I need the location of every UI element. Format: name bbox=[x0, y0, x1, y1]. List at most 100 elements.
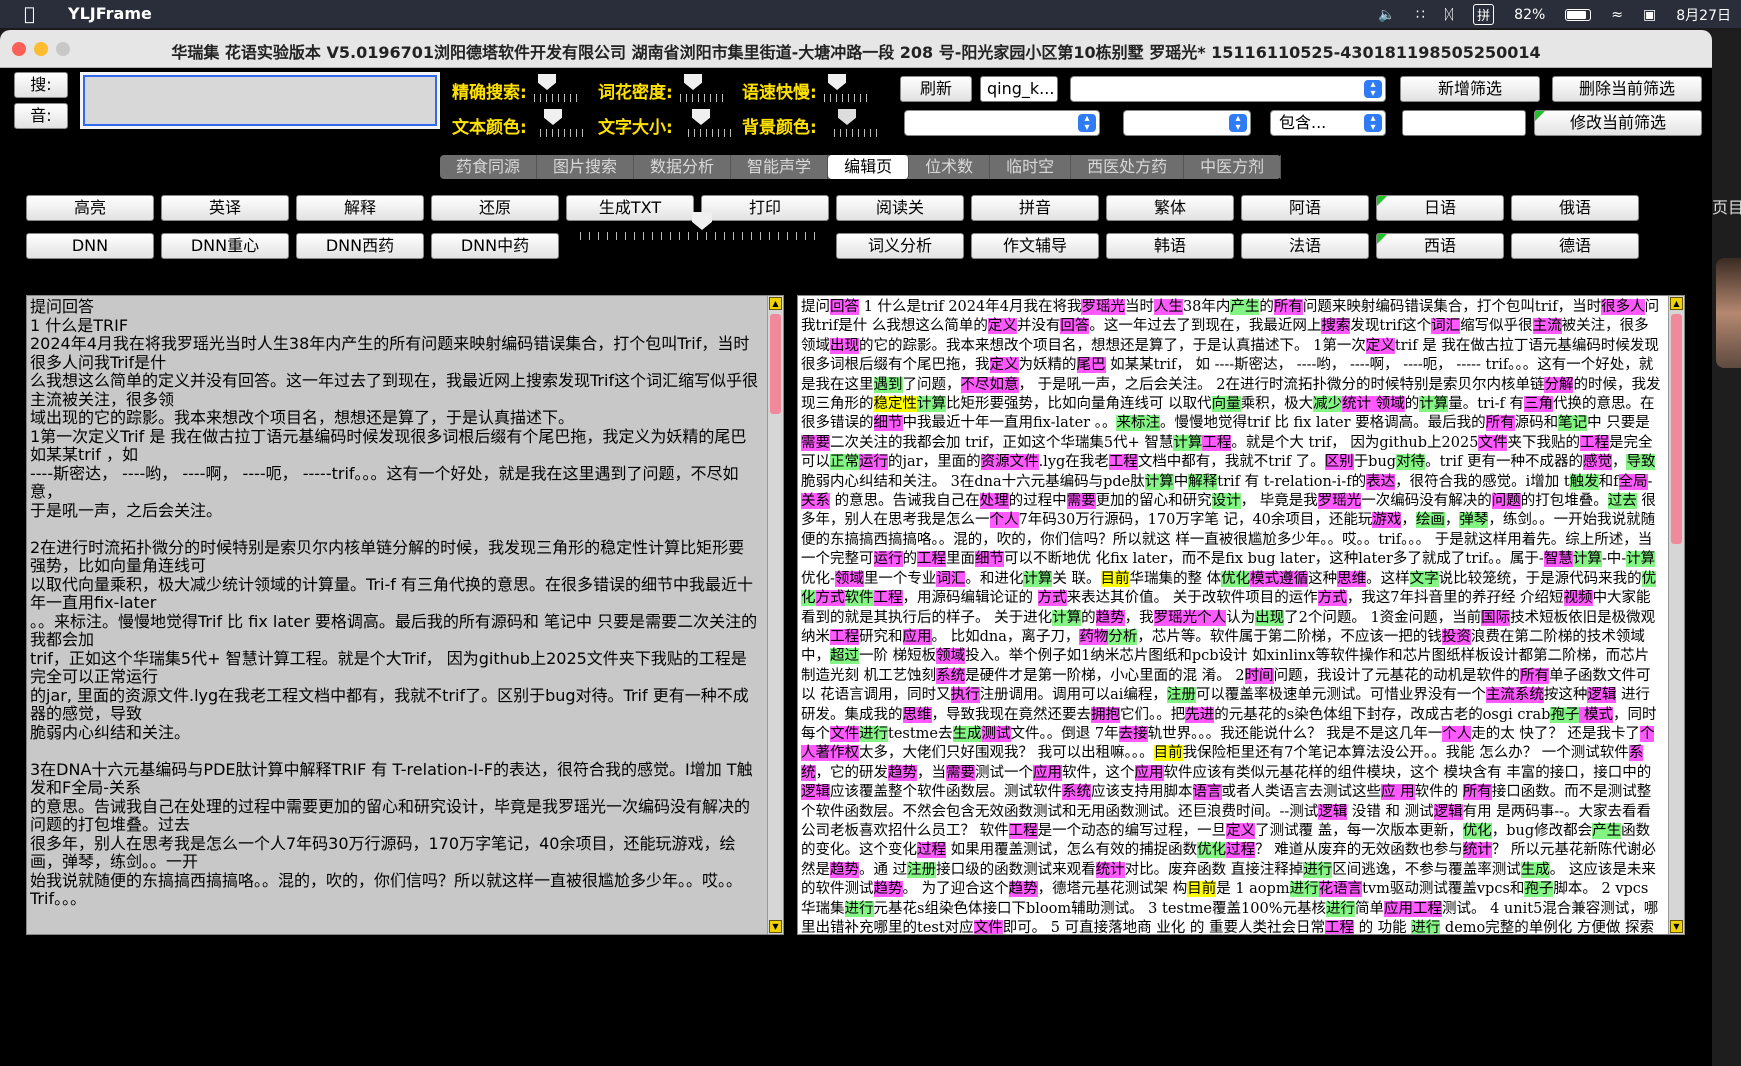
highlighted-word: 拥抱 bbox=[1091, 706, 1120, 723]
search-label-button[interactable]: 搜: bbox=[14, 72, 68, 98]
add-filter-button[interactable]: 新增筛选 bbox=[1400, 76, 1540, 102]
left-scroll-thumb[interactable] bbox=[770, 314, 781, 414]
highlighted-word: 遇到 bbox=[873, 376, 903, 393]
left-scrollbar[interactable]: ▲ ▼ bbox=[767, 296, 783, 934]
text-segment: 即可。 5 可直接落地商 业化 的 重要人类社会日常 bbox=[1002, 920, 1325, 934]
filter-field-select[interactable]: ▴ ▾ bbox=[904, 110, 1100, 136]
search-input[interactable] bbox=[80, 72, 440, 129]
scroll-up-icon[interactable]: ▲ bbox=[1670, 297, 1683, 310]
tab-smart-acoustics[interactable]: 智能声学 bbox=[731, 155, 829, 179]
delete-filter-button[interactable]: 删除当前筛选 bbox=[1552, 76, 1702, 102]
highlighted-word: 搜索 bbox=[1321, 318, 1351, 335]
tab-western-prescription[interactable]: 西医处方药 bbox=[1071, 155, 1185, 179]
pinyin-button[interactable]: 拼音 bbox=[971, 195, 1099, 221]
right-scrollbar[interactable]: ▲ ▼ bbox=[1668, 296, 1684, 934]
source-text[interactable]: 提问回答 1 什么是TRIF 2024年4月我在将我罗瑶光当时人生38年内产生的… bbox=[30, 297, 760, 909]
read-toggle-button[interactable]: 阅读关 bbox=[836, 195, 964, 221]
french-button[interactable]: 法语 bbox=[1241, 233, 1369, 259]
sound-label-button[interactable]: 音: bbox=[14, 103, 68, 129]
control-center-icon[interactable]: ∷ bbox=[1416, 7, 1425, 23]
main-filter-select[interactable]: ▴ ▾ bbox=[1070, 76, 1386, 102]
restore-button[interactable]: 还原 bbox=[431, 195, 559, 221]
right-scroll-thumb[interactable] bbox=[1671, 314, 1682, 544]
explain-button[interactable]: 解释 bbox=[296, 195, 424, 221]
wifi-icon[interactable]: ≈ bbox=[1611, 7, 1623, 23]
tab-edit-page[interactable]: 编辑页 bbox=[828, 155, 910, 179]
contains-select[interactable]: 包含... ▴ ▾ bbox=[1270, 110, 1386, 136]
bg-color-slider[interactable] bbox=[834, 109, 880, 139]
dnn-center-button[interactable]: DNN重心 bbox=[161, 233, 289, 259]
refresh-button[interactable]: 刷新 bbox=[900, 76, 972, 102]
text-segment: 接口级的函数测试来观看 bbox=[936, 861, 1096, 878]
volume-icon[interactable]: 🔈 bbox=[1378, 7, 1395, 23]
input-method-icon[interactable]: 拼 bbox=[1473, 4, 1495, 25]
russian-button[interactable]: 俄语 bbox=[1511, 195, 1639, 221]
english-translate-button[interactable]: 英译 bbox=[161, 195, 289, 221]
arabic-button[interactable]: 阿语 bbox=[1241, 195, 1369, 221]
composition-tutor-button[interactable]: 作文辅导 bbox=[971, 233, 1099, 259]
highlighted-text-panel[interactable]: 提问回答 1 什么是trif 2024年4月我在将我罗瑶光当时人生38年内产生的… bbox=[797, 295, 1685, 935]
german-button[interactable]: 德语 bbox=[1511, 233, 1639, 259]
highlighted-word: 应 用 bbox=[1381, 784, 1415, 801]
highlighted-word: 过程 bbox=[1226, 842, 1256, 859]
text-segment: 并没有 bbox=[1016, 318, 1061, 335]
highlighted-word: 工程 bbox=[1202, 434, 1232, 451]
text-segment: 可以不断地优 化fix later，而不是fix bug later，这种lat… bbox=[1004, 551, 1544, 568]
traditional-button[interactable]: 繁体 bbox=[1106, 195, 1234, 221]
filter-value-field[interactable] bbox=[1402, 110, 1526, 136]
precise-search-slider[interactable] bbox=[534, 74, 580, 104]
bluetooth-icon[interactable]: ᛞ bbox=[1445, 7, 1453, 23]
highlighted-word: 计算 bbox=[1572, 551, 1602, 568]
menu-bar:  YLJFrame 🔈 ∷ ᛞ 拼 82% ≈ ▣ 8月27日 bbox=[0, 0, 1741, 28]
tab-bit-arithmetic[interactable]: 位术数 bbox=[909, 155, 991, 179]
highlighted-word: 人生 bbox=[1153, 299, 1183, 315]
korean-button[interactable]: 韩语 bbox=[1106, 233, 1234, 259]
highlighted-word: 感觉 bbox=[1582, 454, 1612, 471]
highlighted-word: 花语言 bbox=[1318, 881, 1363, 898]
tab-data-analysis[interactable]: 数据分析 bbox=[634, 155, 732, 179]
tab-chinese-formula[interactable]: 中医方剂 bbox=[1184, 155, 1282, 179]
highlighted-word: 时间 bbox=[1244, 667, 1274, 684]
highlight-button[interactable]: 高亮 bbox=[26, 195, 154, 221]
highlighted-word: 导致 bbox=[1626, 454, 1656, 471]
dnn-slider[interactable] bbox=[580, 212, 818, 242]
tab-image-search[interactable]: 图片搜索 bbox=[537, 155, 635, 179]
dnn-chinese-medicine-button[interactable]: DNN中药 bbox=[431, 233, 559, 259]
toggle-icon[interactable]: ▣ bbox=[1643, 7, 1656, 23]
highlighted-text[interactable]: 提问回答 1 什么是trif 2024年4月我在将我罗瑶光当时人生38年内产生的… bbox=[801, 298, 1661, 934]
dnn-button[interactable]: DNN bbox=[26, 233, 154, 259]
tab-food-medicine[interactable]: 药食同源 bbox=[440, 155, 538, 179]
scroll-up-icon[interactable]: ▲ bbox=[769, 297, 782, 310]
date-label[interactable]: 8月27日 bbox=[1676, 5, 1731, 25]
text-color-slider[interactable] bbox=[540, 109, 586, 139]
highlighted-word: 工程 bbox=[830, 628, 859, 645]
text-segment: 。通 过 bbox=[859, 861, 908, 878]
speech-speed-slider[interactable] bbox=[824, 74, 870, 104]
highlighted-word: 定义 bbox=[989, 357, 1019, 374]
highlighted-word: 文字 bbox=[1409, 570, 1439, 587]
text-segment: 说比较笼统，于是源代码来我的 bbox=[1438, 570, 1642, 587]
app-name[interactable]: YLJFrame bbox=[68, 4, 152, 23]
text-segment: 为妖精的 bbox=[1018, 357, 1077, 374]
japanese-button[interactable]: 日语 bbox=[1376, 195, 1504, 221]
user-field[interactable]: qing_k... bbox=[980, 76, 1058, 102]
text-segment: -中- bbox=[1601, 551, 1627, 568]
apple-logo-icon[interactable]:  bbox=[24, 4, 35, 25]
scroll-down-icon[interactable]: ▼ bbox=[1670, 920, 1683, 933]
word-density-slider[interactable] bbox=[680, 74, 726, 104]
dnn-western-medicine-button[interactable]: DNN西药 bbox=[296, 233, 424, 259]
tab-temp-space[interactable]: 临时空 bbox=[990, 155, 1072, 179]
source-text-panel[interactable]: 提问回答 1 什么是TRIF 2024年4月我在将我罗瑶光当时人生38年内产生的… bbox=[26, 295, 784, 935]
text-segment: 简单 bbox=[1354, 900, 1384, 917]
battery-icon[interactable] bbox=[1565, 8, 1592, 21]
word-meaning-analysis-button[interactable]: 词义分析 bbox=[836, 233, 964, 259]
text-segment: tvm驱动测试覆盖vpcs和 bbox=[1362, 881, 1525, 898]
modify-filter-button[interactable]: 修改当前筛选 bbox=[1534, 110, 1702, 136]
spanish-button[interactable]: 西语 bbox=[1376, 233, 1504, 259]
text-segment: 7年码30万行源码，170万字笔 记，40余项目，还能玩 bbox=[1018, 512, 1373, 529]
font-size-slider[interactable] bbox=[688, 109, 734, 139]
text-segment: ，它的研发 bbox=[815, 764, 889, 781]
scroll-down-icon[interactable]: ▼ bbox=[769, 920, 782, 933]
highlighted-word: 词汇 bbox=[936, 570, 966, 587]
filter-column-select[interactable]: ▴ ▾ bbox=[1123, 110, 1251, 136]
